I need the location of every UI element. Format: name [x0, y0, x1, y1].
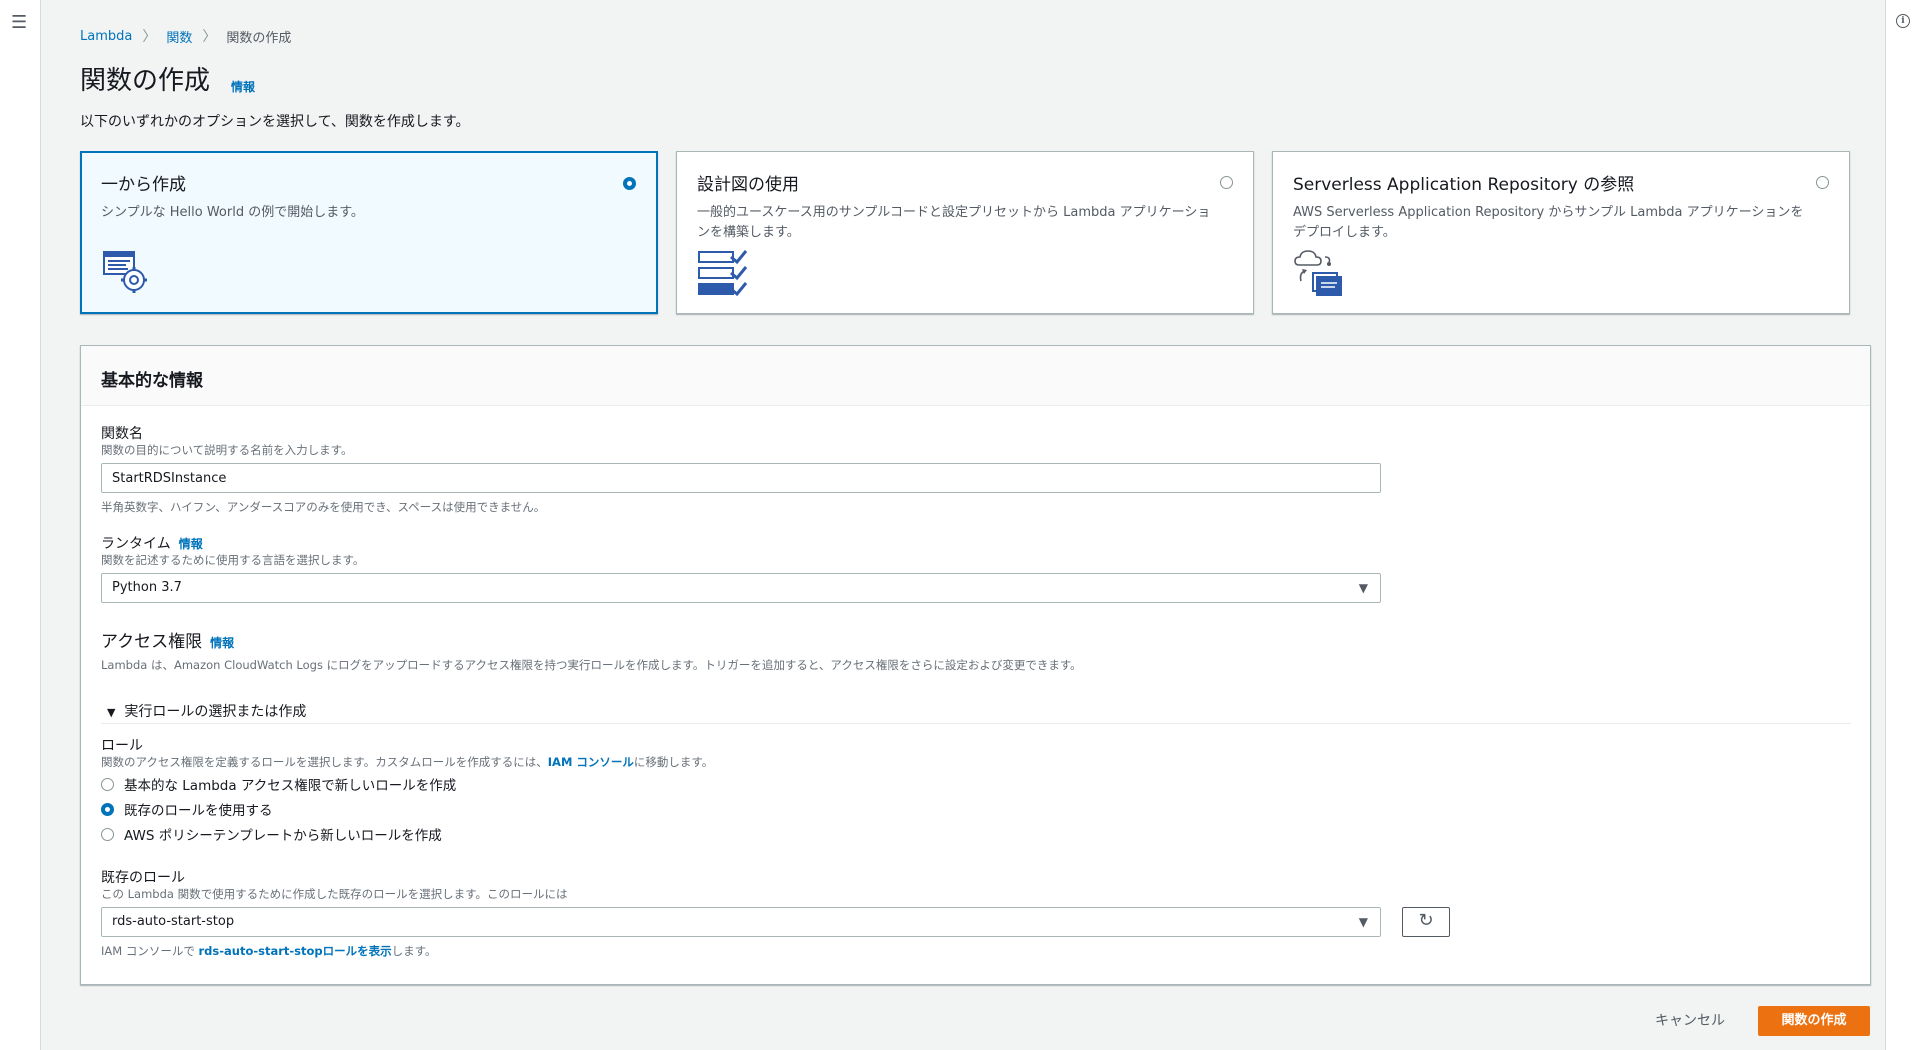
breadcrumb: Lambda 〉 関数 〉 関数の作成	[80, 26, 291, 46]
runtime-value: Python 3.7	[112, 580, 182, 595]
option-title: 一から作成	[101, 175, 186, 195]
role-hint: 関数のアクセス権限を定義するロールを選択します。カスタムロールを作成するには、I…	[101, 754, 713, 770]
page-info-link[interactable]: 情報	[231, 78, 255, 95]
option-title: 設計図の使用	[697, 175, 799, 195]
side-navigation-rail: ☰	[0, 0, 41, 1050]
info-icon[interactable]: i	[1896, 14, 1910, 28]
runtime-hint: 関数を記述するために使用する言語を選択します。	[101, 553, 365, 567]
role-option-existing[interactable]: 既存のロールを使用する	[101, 799, 273, 819]
function-name-input[interactable]	[101, 463, 1381, 493]
existing-role-select[interactable]: rds-auto-start-stop ▼	[101, 907, 1381, 937]
execution-role-expander[interactable]: ▼ 実行ロールの選択または作成	[107, 701, 306, 721]
radio-button[interactable]	[101, 777, 114, 791]
runtime-label-text: ランタイム	[101, 536, 171, 552]
cloud-repository-icon	[1294, 250, 1342, 296]
basic-information-panel: 基本的な情報 関数名 関数の目的について説明する名前を入力します。 半角英数字、…	[80, 345, 1871, 985]
option-radio[interactable]	[1816, 176, 1829, 189]
cancel-button[interactable]: キャンセル	[1640, 1006, 1740, 1036]
role-label: ロール	[101, 738, 143, 754]
function-gear-icon	[103, 251, 147, 293]
divider	[101, 723, 1851, 724]
caret-down-icon: ▼	[1358, 915, 1368, 929]
option-title: Serverless Application Repository の参照	[1293, 175, 1635, 195]
blueprint-checklist-icon	[698, 250, 748, 297]
existing-role-value: rds-auto-start-stop	[112, 914, 235, 929]
view-role-link[interactable]: rds-auto-start-stopロールを表示	[199, 944, 392, 958]
option-description: AWS Serverless Application Repository から…	[1293, 205, 1804, 240]
refresh-button[interactable]: ↻	[1402, 907, 1450, 937]
radio-button[interactable]	[101, 827, 114, 841]
iam-view-text: IAM コンソールで	[101, 944, 199, 958]
caret-down-icon: ▼	[107, 706, 116, 719]
breadcrumb-functions[interactable]: 関数	[166, 27, 192, 46]
option-serverless-repository[interactable]: Serverless Application Repository の参照 AW…	[1272, 151, 1850, 314]
role-option-new-basic[interactable]: 基本的な Lambda アクセス権限で新しいロールを作成	[101, 774, 456, 794]
page-description: 以下のいずれかのオプションを選択して、関数を作成します。	[80, 114, 470, 130]
runtime-info-link[interactable]: 情報	[179, 537, 203, 551]
existing-role-hint: この Lambda 関数で使用するために作成した既存のロールを選択します。このロ…	[101, 887, 568, 901]
access-permissions-heading: アクセス権限 情報	[101, 627, 234, 652]
breadcrumb-current: 関数の作成	[226, 30, 292, 46]
access-info-link[interactable]: 情報	[210, 636, 234, 650]
role-option-label: AWS ポリシーテンプレートから新しいロールを作成	[124, 828, 442, 844]
refresh-icon: ↻	[1418, 910, 1434, 931]
panel-header: 基本的な情報	[81, 346, 1870, 406]
iam-console-link[interactable]: IAM コンソール	[548, 755, 634, 769]
chevron-right-icon: 〉	[202, 29, 217, 45]
runtime-label: ランタイム 情報	[101, 533, 203, 553]
iam-view-hint: IAM コンソールで rds-auto-start-stopロールを表示します。	[101, 943, 437, 959]
role-hint-text: 関数のアクセス権限を定義するロールを選択します。カスタムロールを作成するには、	[101, 755, 548, 769]
caret-down-icon: ▼	[1358, 581, 1368, 595]
access-description: Lambda は、Amazon CloudWatch Logs にログをアップロ…	[101, 658, 1082, 672]
access-title: アクセス権限	[101, 632, 203, 652]
option-description: シンプルな Hello World の例で開始します。	[101, 205, 364, 220]
function-name-rule: 半角英数字、ハイフン、アンダースコアのみを使用でき、スペースは使用できません。	[101, 500, 546, 514]
role-hint-text-end: に移動します。	[633, 755, 714, 769]
role-option-label: 基本的な Lambda アクセス権限で新しいロールを作成	[124, 778, 457, 794]
create-function-button[interactable]: 関数の作成	[1758, 1006, 1870, 1036]
role-option-label: 既存のロールを使用する	[124, 803, 273, 819]
radio-button-selected[interactable]	[101, 802, 114, 816]
option-use-blueprint[interactable]: 設計図の使用 一般的ユースケース用のサンプルコードと設定プリセットから Lamb…	[676, 151, 1254, 314]
expander-label: 実行ロールの選択または作成	[124, 704, 307, 720]
breadcrumb-lambda[interactable]: Lambda	[80, 29, 132, 44]
option-radio-selected[interactable]	[623, 177, 636, 190]
help-panel-rail: i	[1885, 0, 1920, 1050]
option-radio[interactable]	[1220, 176, 1233, 189]
chevron-right-icon: 〉	[142, 29, 157, 45]
runtime-select[interactable]: Python 3.7 ▼	[101, 573, 1381, 603]
function-name-label: 関数名	[101, 426, 143, 442]
function-name-hint: 関数の目的について説明する名前を入力します。	[101, 443, 353, 457]
option-description: 一般的ユースケース用のサンプルコードと設定プリセットから Lambda アプリケ…	[697, 205, 1211, 240]
iam-view-text-end: します。	[391, 944, 437, 958]
option-author-from-scratch[interactable]: 一から作成 シンプルな Hello World の例で開始します。	[80, 151, 658, 314]
role-option-policy-template[interactable]: AWS ポリシーテンプレートから新しいロールを作成	[101, 824, 442, 844]
page-title: 関数の作成	[80, 66, 211, 96]
menu-icon[interactable]: ☰	[11, 12, 27, 33]
existing-role-label: 既存のロール	[101, 870, 185, 886]
